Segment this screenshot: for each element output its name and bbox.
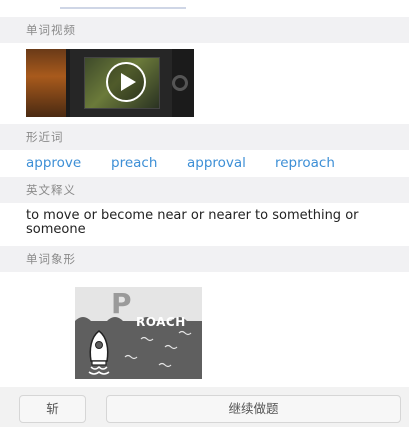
boat-icon xyxy=(88,330,110,375)
video-dial xyxy=(172,75,188,91)
play-icon xyxy=(121,73,136,91)
section-header-similar-words: 形近词 xyxy=(0,124,409,150)
top-bar xyxy=(0,0,409,14)
slash-word-button[interactable]: 斩 xyxy=(19,395,86,423)
word-pictogram-image: P ROACH xyxy=(75,287,202,379)
similar-words-list: approve preach approval reproach xyxy=(26,155,396,173)
top-accent-line xyxy=(60,7,186,9)
similar-word-link[interactable]: approve xyxy=(26,155,81,171)
play-button[interactable] xyxy=(106,62,146,102)
bottom-action-bar: 斩 继续做题 xyxy=(0,387,409,427)
video-frame-left xyxy=(26,49,66,117)
section-header-video: 单词视频 xyxy=(0,17,409,43)
similar-word-link[interactable]: reproach xyxy=(275,155,335,171)
section-header-definition: 英文释义 xyxy=(0,177,409,203)
similar-word-link[interactable]: approval xyxy=(187,155,246,171)
continue-practice-button[interactable]: 继续做题 xyxy=(106,395,401,423)
word-video-thumbnail[interactable] xyxy=(26,49,194,117)
section-header-pictogram: 单词象形 xyxy=(0,246,409,272)
similar-word-link[interactable]: preach xyxy=(111,155,157,171)
english-definition: to move or become near or nearer to some… xyxy=(26,208,359,237)
